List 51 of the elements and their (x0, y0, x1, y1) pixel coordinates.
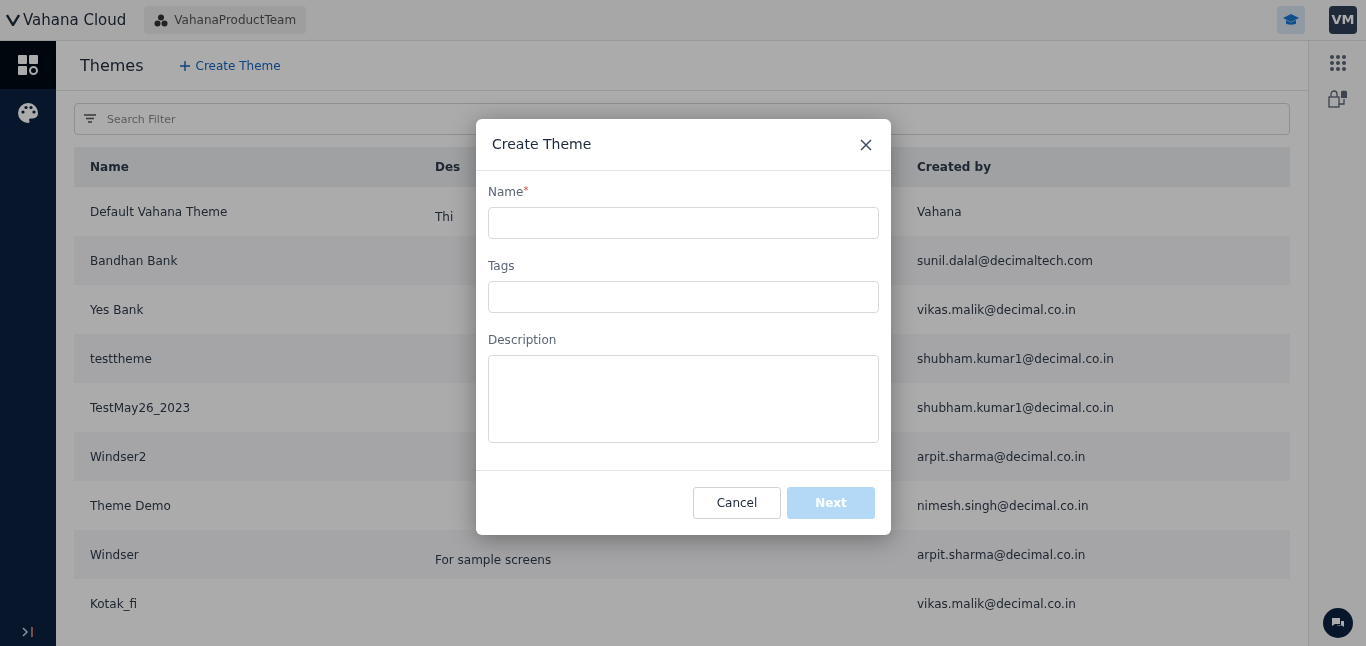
table-cell: Windser (90, 547, 139, 562)
table-cell: testtheme (90, 351, 152, 366)
table-cell-text: Thi (435, 208, 454, 226)
field-label: Name (488, 184, 524, 201)
dashboard-gear-icon (17, 54, 39, 76)
table-cell: Windser2 (90, 449, 147, 464)
filter-icon (84, 114, 96, 123)
column-header: Name (89, 159, 130, 176)
required-mark: * (523, 184, 529, 198)
table-cell: sunil.dalal@decimaltech.com (917, 253, 1093, 268)
cancel-button[interactable]: Cancel (693, 487, 781, 519)
table-cell: Yes Bank (90, 302, 144, 317)
table-cell: Kotak_fi (90, 596, 138, 611)
plus-icon (179, 60, 190, 71)
cluster-icon (154, 13, 169, 27)
sidebar-item[interactable] (0, 41, 56, 89)
table-cell: Default Vahana Theme (90, 204, 228, 219)
apps-button[interactable] (1329, 53, 1346, 71)
dialog-title: Create Theme (492, 135, 592, 154)
input-field[interactable] (488, 281, 879, 313)
column-header: Des (435, 159, 462, 176)
table-cell: TestMay26_2023 (90, 400, 191, 415)
palette-icon (17, 102, 39, 124)
table-cell: vikas.malik@decimal.co.in (917, 596, 1076, 611)
table-cell-text: For sample screens (435, 551, 552, 569)
close-icon (860, 139, 872, 151)
field-label: Tags (488, 258, 515, 275)
table-cell: nimesh.singh@decimal.co.in (917, 498, 1089, 513)
column-header: Created by (917, 159, 992, 176)
table-cell: Theme Demo (90, 498, 171, 513)
grid-dots-icon (1329, 54, 1346, 71)
table-cell: arpit.sharma@decimal.co.in (917, 449, 1086, 464)
chat-bubbles-icon (1331, 617, 1345, 629)
table-cell: arpit.sharma@decimal.co.in (917, 547, 1086, 562)
field-label: Description (488, 332, 557, 349)
user-avatar[interactable]: VM (1329, 6, 1357, 34)
page-title: Themes (80, 54, 144, 77)
workspace-selector[interactable]: VahanaProductTeam (144, 6, 307, 34)
table-cell: Bandhan Bank (90, 253, 178, 268)
connector-button[interactable] (1327, 89, 1348, 109)
learning-button[interactable] (1277, 6, 1305, 34)
graduation-cap-icon (1283, 13, 1299, 27)
v-logo-icon (6, 14, 20, 26)
table-cell: Vahana (917, 204, 962, 219)
lock-database-icon (1327, 89, 1348, 109)
brand-name: Vahana Cloud (23, 9, 127, 31)
table-cell: shubham.kumar1@decimal.co.in (917, 351, 1114, 366)
input-field[interactable] (488, 207, 879, 239)
table-cell: vikas.malik@decimal.co.in (917, 302, 1076, 317)
table-cell: shubham.kumar1@decimal.co.in (917, 400, 1114, 415)
create-theme-link[interactable]: Create Theme (179, 56, 281, 75)
